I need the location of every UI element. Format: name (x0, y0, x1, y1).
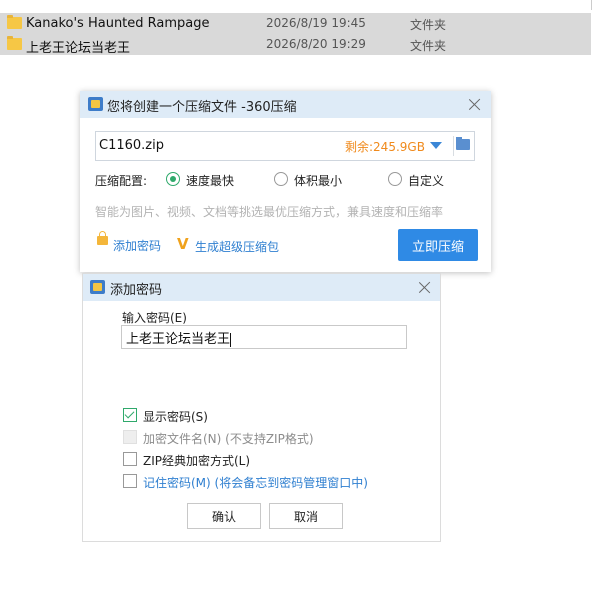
radio-label-fastest[interactable]: 速度最快 (186, 172, 234, 189)
dialog-titlebar[interactable]: 添加密码 (83, 274, 440, 301)
lock-icon (97, 231, 108, 245)
confirm-button[interactable]: 确认 (187, 503, 261, 529)
remember-password-checkbox[interactable] (123, 474, 137, 488)
radio-smallest[interactable] (274, 172, 288, 186)
dialog-title: 您将创建一个压缩文件 -360压缩 (107, 100, 297, 115)
file-name: Kanako's Haunted Rampage (26, 16, 210, 31)
sfx-v-icon: V (177, 235, 189, 253)
file-type: 文件夹 (410, 18, 447, 32)
column-divider (591, 0, 592, 10)
browse-folder-icon[interactable] (456, 137, 470, 150)
radio-label-custom[interactable]: 自定义 (408, 172, 444, 189)
archive-path-field[interactable]: C1160.zip 剩余:245.9GB (95, 131, 475, 161)
archive-filename[interactable]: C1160.zip (99, 138, 164, 153)
password-value: 上老王论坛当老王 (126, 332, 231, 347)
zip-classic-encryption-checkbox[interactable] (123, 452, 137, 466)
radio-fastest[interactable] (166, 172, 180, 186)
divider (453, 136, 454, 156)
radio-label-smallest[interactable]: 体积最小 (294, 172, 342, 189)
remember-password-label[interactable]: 记住密码(M) (将会备忘到密码管理窗口中) (143, 474, 368, 491)
app-360-icon (90, 280, 105, 294)
file-date: 2026/8/19 19:45 (266, 16, 366, 30)
file-name: 上老王论坛当老王 (26, 41, 131, 56)
compress-config-label: 压缩配置: (95, 174, 148, 188)
add-password-link[interactable]: 添加密码 (113, 237, 161, 254)
encrypt-filename-checkbox (123, 430, 137, 444)
password-input-label: 输入密码(E) (122, 311, 187, 325)
file-date: 2026/8/20 19:29 (266, 37, 366, 51)
compress-hint-text: 智能为图片、视频、文档等挑选最优压缩方式，兼具速度和压缩率 (95, 205, 444, 219)
cancel-button[interactable]: 取消 (269, 503, 343, 529)
chevron-down-icon[interactable] (430, 142, 442, 149)
file-type: 文件夹 (410, 39, 447, 53)
file-row[interactable]: Kanako's Haunted Rampage 2026/8/19 19:45… (0, 13, 591, 34)
compress-dialog: 您将创建一个压缩文件 -360压缩 C1160.zip 剩余:245.9GB 压… (80, 91, 491, 272)
show-password-label[interactable]: 显示密码(S) (143, 408, 208, 425)
dialog-titlebar[interactable]: 您将创建一个压缩文件 -360压缩 (80, 91, 491, 118)
add-password-dialog: 添加密码 输入密码(E) 上老王论坛当老王 显示密码(S) 加密文件名(N) (… (82, 273, 441, 542)
file-row[interactable]: 上老王论坛当老王 2026/8/20 19:29 文件夹 (0, 34, 591, 56)
show-password-checkbox[interactable] (123, 408, 137, 422)
encrypt-filename-label: 加密文件名(N) (不支持ZIP格式) (143, 432, 314, 446)
compress-now-button[interactable]: 立即压缩 (398, 229, 478, 261)
folder-icon (7, 15, 22, 29)
password-input[interactable]: 上老王论坛当老王 (121, 325, 407, 349)
create-sfx-link[interactable]: 生成超级压缩包 (195, 238, 279, 255)
zip-classic-encryption-label[interactable]: ZIP经典加密方式(L) (143, 452, 250, 469)
radio-custom[interactable] (388, 172, 402, 186)
dialog-title: 添加密码 (110, 283, 163, 298)
folder-icon (7, 36, 22, 50)
close-icon[interactable] (419, 281, 431, 293)
app-360-icon (88, 97, 103, 111)
text-caret (230, 332, 232, 347)
free-space-label: 剩余:245.9GB (345, 140, 425, 154)
close-icon[interactable] (469, 98, 481, 110)
